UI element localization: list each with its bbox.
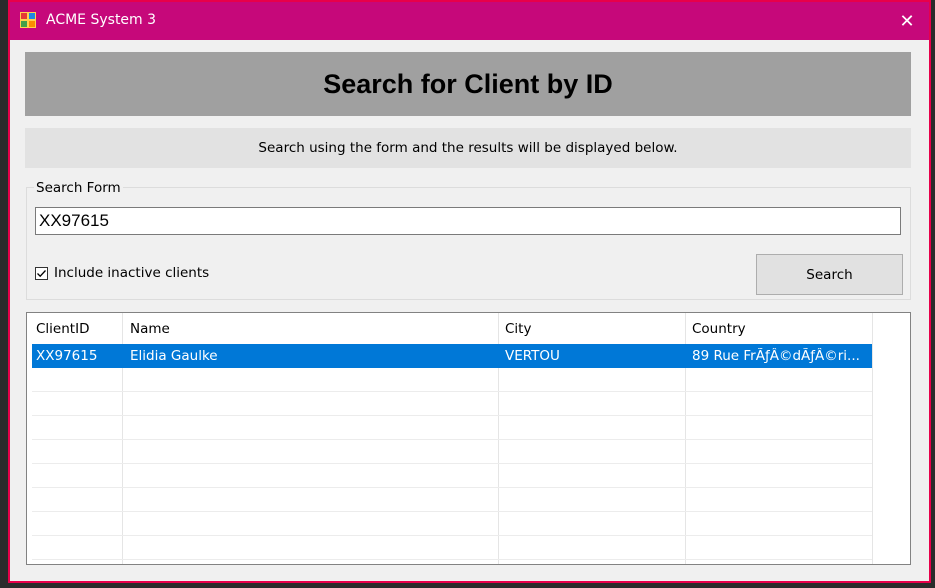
title-bar[interactable]: ACME System 3 ✕ <box>10 2 929 40</box>
checkmark-icon <box>37 269 46 277</box>
header-panel: Search for Client by ID <box>25 52 911 116</box>
cell-city: VERTOU <box>505 348 560 364</box>
column-header-client-id[interactable]: ClientID <box>36 321 89 337</box>
window-title: ACME System 3 <box>46 12 157 28</box>
search-button[interactable]: Search <box>756 254 903 295</box>
cell-name: Elidia Gaulke <box>130 348 218 364</box>
table-row[interactable]: XX97615 Elidia Gaulke VERTOU 89 Rue FrÃƒ… <box>32 344 872 368</box>
empty-row <box>32 368 872 392</box>
page-title: Search for Client by ID <box>323 68 613 99</box>
empty-row <box>32 512 872 536</box>
close-button[interactable]: ✕ <box>885 2 929 40</box>
include-inactive-checkbox-row[interactable]: Include inactive clients <box>35 265 209 281</box>
cell-country: 89 Rue FrÃƒÂ©dÃƒÂ©ri... <box>692 348 860 364</box>
include-inactive-label: Include inactive clients <box>54 265 210 281</box>
column-header-country[interactable]: Country <box>692 321 746 337</box>
empty-row <box>32 416 872 440</box>
search-form-group: Search Form Include inactive clients Sea… <box>26 180 911 300</box>
info-text: Search using the form and the results wi… <box>258 140 678 156</box>
close-icon: ✕ <box>899 10 915 32</box>
empty-row <box>32 536 872 560</box>
empty-row <box>32 440 872 464</box>
app-window: ACME System 3 ✕ Search for Client by ID … <box>8 0 931 583</box>
empty-row <box>32 488 872 512</box>
info-panel: Search using the form and the results wi… <box>25 128 911 168</box>
search-form-legend: Search Form <box>34 180 123 196</box>
client-id-input[interactable] <box>35 207 901 235</box>
empty-row <box>32 392 872 416</box>
app-icon <box>20 12 36 28</box>
include-inactive-checkbox[interactable] <box>35 266 48 280</box>
column-header-city[interactable]: City <box>505 321 531 337</box>
column-header-name[interactable]: Name <box>130 321 170 337</box>
empty-row <box>32 464 872 488</box>
cell-client-id: XX97615 <box>36 348 98 364</box>
results-grid[interactable]: ClientID Name City Country XX97615 Elidi… <box>26 312 911 565</box>
